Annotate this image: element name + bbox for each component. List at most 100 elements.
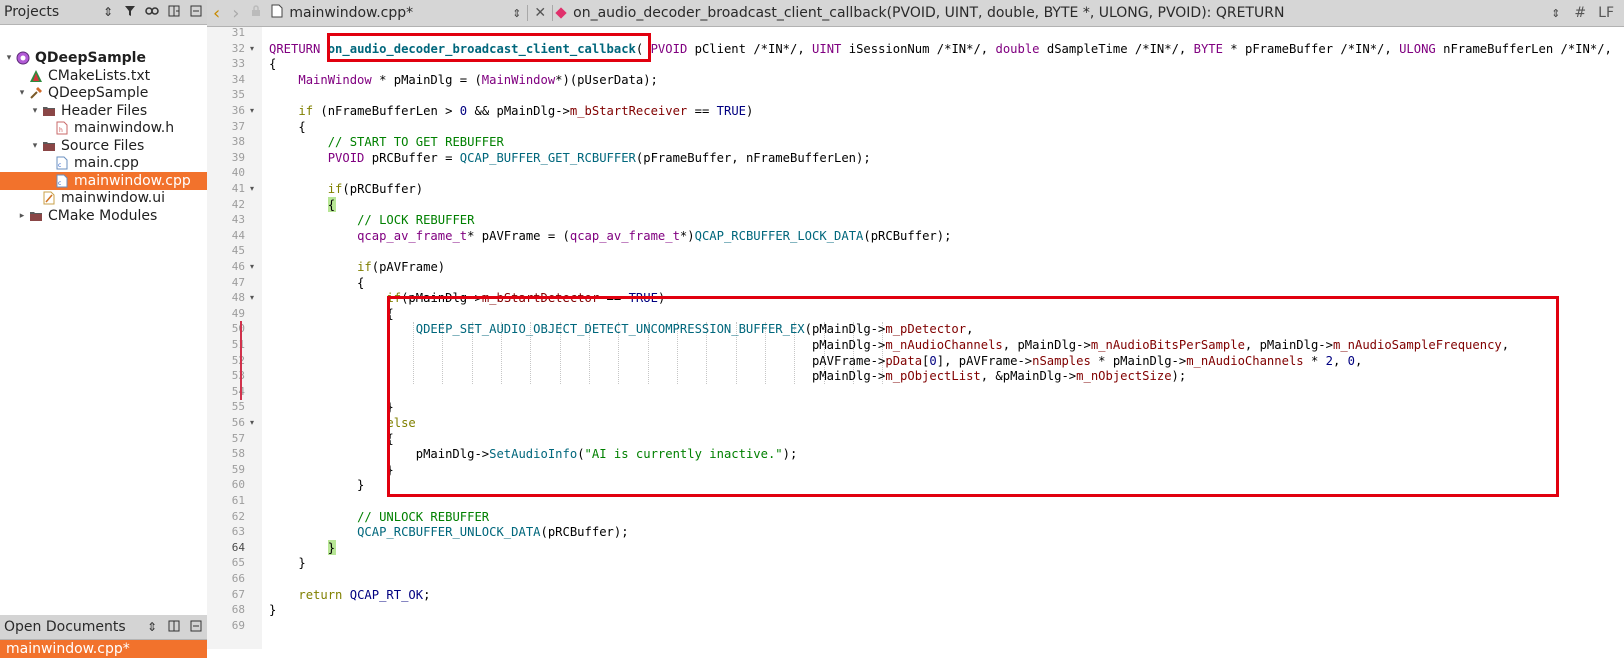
code-line[interactable]: MainWindow * pMainDlg = (MainWindow*)(pU… [269,72,658,88]
code-line[interactable]: } [269,477,364,493]
line-number: 33 [231,57,245,71]
chevron-updown-icon: ⇕ [512,6,522,20]
open-documents-pane: Open Documents ⇕ mainwindow.cpp* [0,615,207,658]
hash-button[interactable]: # [1568,5,1592,21]
link-icon[interactable] [141,5,163,19]
code-line[interactable]: { [269,306,393,322]
line-number: 37 [231,119,245,133]
fold-marker-icon[interactable]: ▾ [250,290,258,306]
view-switcher-icon[interactable]: ⇕ [97,5,119,19]
line-number: 46 [231,260,245,273]
chevron-down-icon[interactable]: ▾ [17,88,27,98]
tree-item[interactable]: ▸ CMake Modules [0,207,207,225]
line-number: 48 [231,291,245,305]
code-line[interactable]: QCAP_RCBUFFER_UNLOCK_DATA(pRCBuffer); [269,524,629,540]
code-line[interactable]: qcap_av_frame_t* pAVFrame = (qcap_av_fra… [269,228,951,244]
line-number: 65 [231,556,245,570]
tree-item[interactable]: c mainwindow.cpp [0,171,207,190]
code-line[interactable]: if (nFrameBufferLen > 0 && pMainDlg->m_b… [269,103,753,119]
line-number: 69 [231,618,245,632]
code-line[interactable]: return QCAP_RT_OK; [269,587,430,603]
line-number: 59 [231,462,245,476]
code-line[interactable]: } [269,399,393,415]
cpp-file-icon [271,4,283,22]
open-documents-title[interactable]: Open Documents [0,619,141,635]
chevron-right-icon[interactable]: ▸ [17,211,27,221]
line-number: 44 [231,228,245,242]
fold-marker-icon[interactable]: ▾ [250,259,258,275]
close-pane-icon[interactable] [185,620,207,635]
code-line[interactable]: { [269,431,393,447]
svg-text:h: h [59,127,63,134]
svg-text:c: c [58,162,61,169]
line-number: 31 [231,26,245,39]
tree-item[interactable]: ▾ Source Files [0,137,207,155]
chevron-down-icon[interactable]: ▾ [30,141,40,151]
change-marker [240,368,242,385]
view-switcher-icon[interactable]: ⇕ [141,620,163,634]
open-documents-header: Open Documents ⇕ [0,615,207,640]
close-file-icon[interactable]: ✕ [527,5,554,21]
tree-item-label: CMake Modules [48,207,158,224]
editor-toolbar: ‹ › mainwindow.cpp* ⇕ ✕ on_audio_decoder… [207,0,1624,27]
current-file-name: mainwindow.cpp* [289,5,414,21]
fold-marker-icon[interactable]: ▾ [250,181,258,197]
line-number: 64 [231,540,245,554]
tree-item-label: Source Files [61,137,145,154]
line-number: 47 [231,275,245,289]
function-selector[interactable]: on_audio_decoder_broadcast_client_callba… [553,5,1568,21]
split-icon[interactable] [163,620,185,635]
split-icon[interactable] [163,5,185,20]
code-line[interactable]: // LOCK REBUFFER [269,212,474,228]
open-document-label: mainwindow.cpp* [6,641,130,657]
forward-button[interactable]: › [226,3,245,24]
code-line[interactable]: { [269,119,305,135]
code-line[interactable]: // START TO GET REBUFFER [269,134,504,150]
code-line[interactable]: { [269,275,364,291]
code-line[interactable]: if(pRCBuffer) [269,181,423,197]
file-selector[interactable]: mainwindow.cpp* ⇕ [267,4,527,22]
filter-icon[interactable] [119,5,141,20]
change-marker [240,321,242,338]
code-line[interactable]: } [269,540,335,556]
fold-marker-icon[interactable]: ▾ [250,415,258,431]
code-line[interactable]: } [269,602,276,618]
tree-item[interactable]: h mainwindow.h [0,119,207,137]
line-number: 39 [231,150,245,164]
fold-marker-icon[interactable]: ▾ [250,41,258,57]
projects-sidebar: Projects ⇕ ▾ QDeepSample CMakeLists.txt ▾ QD… [0,0,208,658]
line-number: 68 [231,603,245,617]
close-pane-icon[interactable] [185,5,207,20]
code-line[interactable]: } [269,462,393,478]
tree-item[interactable]: ▾ QDeepSample [0,49,207,67]
line-number: 42 [231,197,245,211]
code-line[interactable]: { [269,197,335,213]
code-line[interactable]: if(pAVFrame) [269,259,445,275]
chevron-updown-icon: ⇕ [1551,6,1561,20]
tree-item[interactable]: ▾ QDeepSample [0,84,207,102]
line-ending-button[interactable]: LF [1592,5,1624,21]
chevron-down-icon[interactable]: ▾ [30,106,40,116]
tree-item[interactable]: c main.cpp [0,154,207,172]
code-line[interactable]: PVOID pRCBuffer = QCAP_BUFFER_GET_RCBUFF… [269,150,871,166]
line-number: 43 [231,213,245,227]
lock-icon [245,5,267,21]
folder-icon [29,209,43,223]
code-line[interactable]: } [269,555,305,571]
chevron-down-icon[interactable]: ▾ [4,53,14,63]
line-number-gutter: 31 32 ▾ 33 34 35 36 ▾ 37 38 39 40 41 ▾ 42 43 44 45 46 ▾ 47 48… [207,26,262,649]
line-number: 41 [231,182,245,195]
open-document-item[interactable]: mainwindow.cpp* [0,640,207,658]
code-line[interactable]: { [269,56,276,72]
tree-item[interactable]: CMakeLists.txt [0,67,207,85]
projects-pane-title[interactable]: Projects [0,4,97,20]
tree-item[interactable]: mainwindow.ui [0,189,207,207]
line-number: 57 [231,431,245,445]
fold-marker-icon[interactable]: ▾ [250,103,258,119]
change-marker [240,383,242,400]
back-button[interactable]: ‹ [207,3,226,24]
projects-pane-header: Projects ⇕ [0,0,207,25]
code-line[interactable]: // UNLOCK REBUFFER [269,509,489,525]
tree-item[interactable]: ▾ Header Files [0,102,207,120]
line-number: 38 [231,135,245,149]
